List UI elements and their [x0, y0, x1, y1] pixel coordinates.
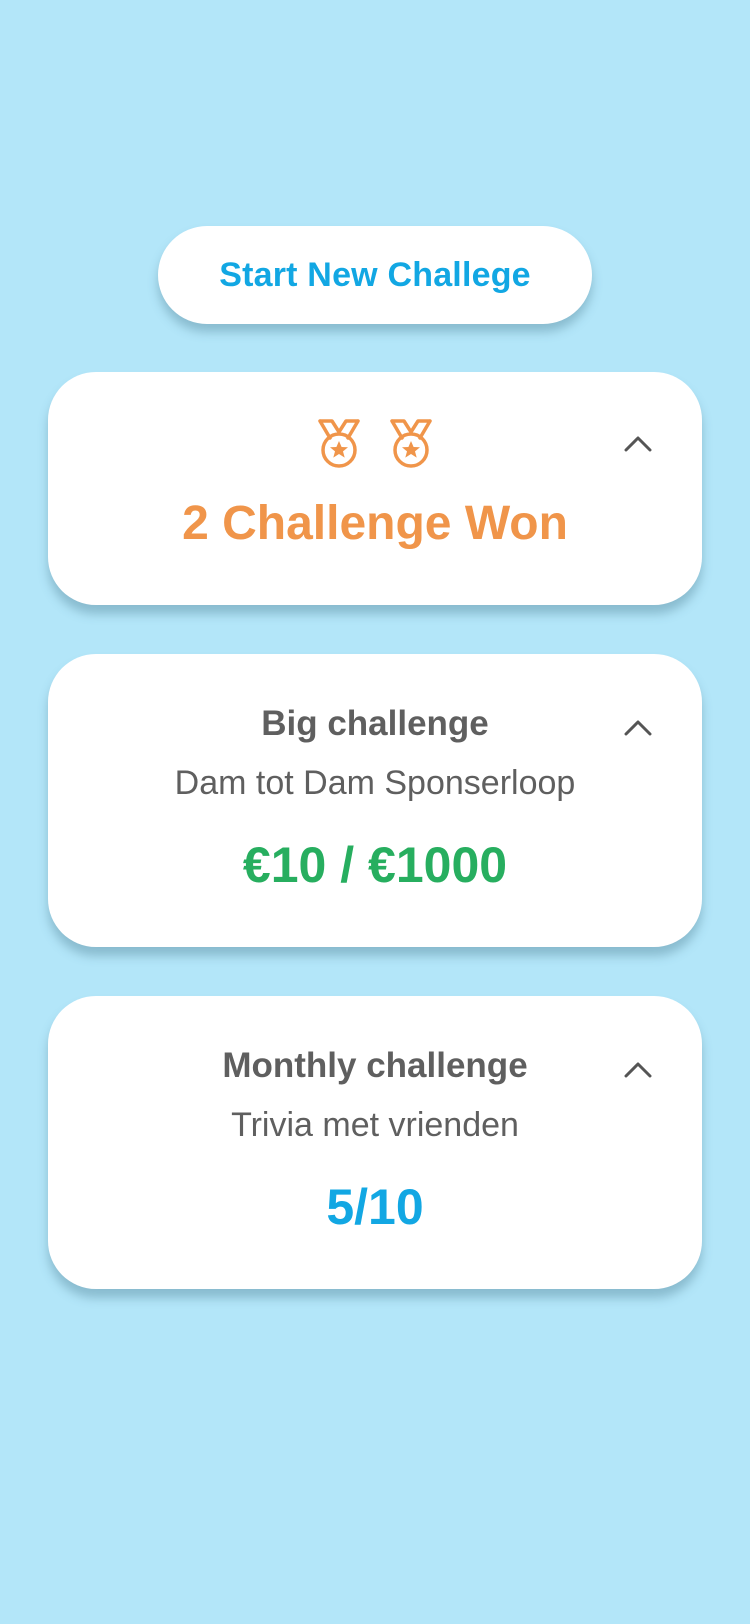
start-new-challenge-label: Start New Challege — [219, 255, 531, 294]
start-new-challenge-button[interactable]: Start New Challege — [158, 226, 592, 324]
medals-row — [48, 418, 702, 470]
challenge-progress: €10 / €1000 — [242, 837, 508, 893]
challenge-subtitle: Trivia met vrienden — [231, 1106, 519, 1144]
medal-icon — [388, 418, 434, 470]
challenge-card[interactable]: Monthly challenge Trivia met vrienden 5/… — [48, 996, 702, 1289]
challenge-title: Monthly challenge — [222, 1046, 528, 1085]
challenges-won-card[interactable]: 2 Challenge Won — [48, 372, 702, 605]
challenge-subtitle: Dam tot Dam Sponserloop — [174, 764, 576, 802]
challenge-progress: 5/10 — [326, 1179, 424, 1235]
challenge-card[interactable]: Big challenge Dam tot Dam Sponserloop €1… — [48, 654, 702, 947]
medal-icon — [316, 418, 362, 470]
challenge-title: Big challenge — [261, 704, 489, 743]
challenges-won-title: 2 Challenge Won — [182, 497, 568, 550]
